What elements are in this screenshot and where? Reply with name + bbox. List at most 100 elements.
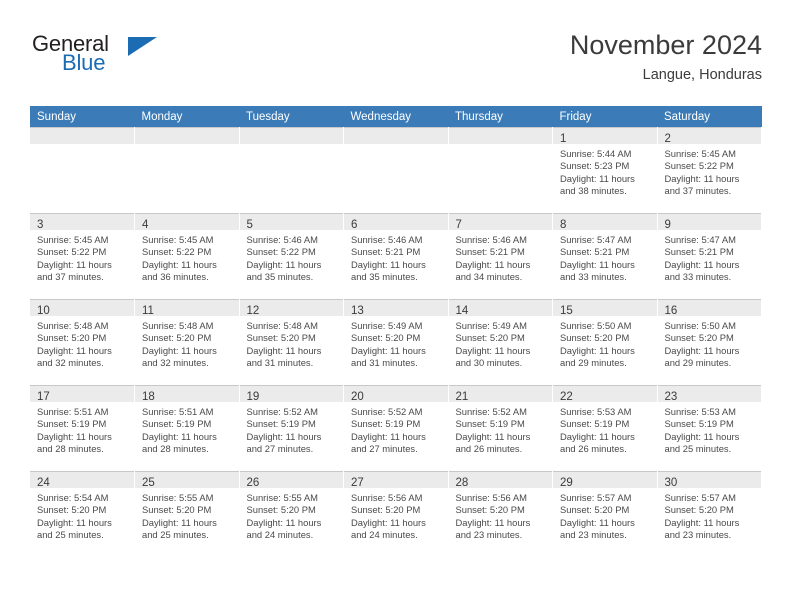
day-detail-lines: Sunrise: 5:56 AM Sunset: 5:20 PM Daylight:… xyxy=(344,488,448,542)
day-detail-line: Sunrise: 5:47 AM xyxy=(560,234,632,245)
day-detail-line: and 23 minutes. xyxy=(455,529,523,541)
day-detail-line: Sunset: 5:22 PM xyxy=(37,246,107,258)
day-number-bar: 4 xyxy=(135,214,239,231)
column-header-wednesday: Wednesday xyxy=(343,106,448,127)
calendar-day-cell[interactable]: 7 Sunrise: 5:46 AM Sunset: 5:21 PM Daylight… xyxy=(448,212,553,299)
day-detail-line: Sunset: 5:22 PM xyxy=(246,246,316,258)
calendar-day-cell[interactable]: 14 Sunrise: 5:49 AM Sunset: 5:20 PM Dayligh… xyxy=(448,298,553,385)
day-number-bar: 6 xyxy=(344,214,448,231)
day-detail-line: Sunset: 5:23 PM xyxy=(560,160,630,172)
column-header-friday: Friday xyxy=(552,106,657,127)
calendar-day-cell[interactable]: 12 Sunrise: 5:48 AM Sunset: 5:20 PM Dayligh… xyxy=(239,298,344,385)
day-number-bar: 18 xyxy=(135,386,239,403)
day-detail-line: and 35 minutes. xyxy=(246,271,314,283)
calendar-day-cell[interactable]: 5 Sunrise: 5:46 AM Sunset: 5:22 PM Daylight… xyxy=(239,212,344,299)
calendar-week-row: 17 Sunrise: 5:51 AM Sunset: 5:19 PM Dayligh… xyxy=(30,384,762,471)
day-number: 10 xyxy=(37,305,50,317)
day-detail-line: Sunset: 5:20 PM xyxy=(37,332,107,344)
column-header-sunday: Sunday xyxy=(30,106,135,127)
day-number-bar: 11 xyxy=(135,300,239,317)
day-number-bar: 26 xyxy=(239,472,343,489)
calendar-day-cell[interactable]: 6 Sunrise: 5:46 AM Sunset: 5:21 PM Daylight… xyxy=(343,212,449,299)
calendar-day-cell[interactable]: 13 Sunrise: 5:49 AM Sunset: 5:20 PM Dayligh… xyxy=(343,298,449,385)
day-detail-lines: Sunrise: 5:49 AM Sunset: 5:20 PM Daylight:… xyxy=(344,316,448,370)
day-number-bar xyxy=(30,128,134,144)
calendar-day-cell[interactable]: 17 Sunrise: 5:51 AM Sunset: 5:19 PM Dayligh… xyxy=(30,384,135,471)
calendar-day-cell[interactable]: 15 Sunrise: 5:50 AM Sunset: 5:20 PM Dayligh… xyxy=(552,298,658,385)
calendar-day-cell[interactable]: 11 Sunrise: 5:48 AM Sunset: 5:20 PM Dayligh… xyxy=(134,298,240,385)
day-detail-line: Sunrise: 5:44 AM xyxy=(560,148,632,159)
day-detail-line: Sunset: 5:20 PM xyxy=(142,332,212,344)
day-detail-line: and 29 minutes. xyxy=(560,357,627,369)
calendar-day-cell[interactable]: 10 Sunrise: 5:48 AM Sunset: 5:20 PM Dayligh… xyxy=(30,298,135,385)
day-number-bar: 22 xyxy=(553,386,657,403)
calendar-day-cell[interactable]: 20 Sunrise: 5:52 AM Sunset: 5:19 PM Dayligh… xyxy=(343,384,449,471)
calendar-day-cell[interactable]: 8 Sunrise: 5:47 AM Sunset: 5:21 PM Daylight… xyxy=(552,212,658,299)
calendar-day-cell[interactable]: 18 Sunrise: 5:51 AM Sunset: 5:19 PM Dayligh… xyxy=(134,384,240,471)
day-number-bar: 24 xyxy=(30,472,134,489)
calendar-day-cell[interactable]: 29 Sunrise: 5:57 AM Sunset: 5:20 PM Dayligh… xyxy=(552,470,658,557)
day-detail-line: Daylight: 11 hours xyxy=(142,258,217,270)
day-number: 28 xyxy=(455,477,469,489)
day-detail-lines: Sunrise: 5:46 AM Sunset: 5:22 PM Daylight:… xyxy=(240,230,344,284)
calendar-table: Sunday Monday Tuesday Wednesday Thursday… xyxy=(30,106,762,557)
day-detail-line: Daylight: 11 hours xyxy=(142,344,217,356)
day-number: 13 xyxy=(351,305,364,317)
day-detail-line: Sunrise: 5:52 AM xyxy=(351,406,423,417)
day-detail-line: Sunrise: 5:48 AM xyxy=(246,320,318,331)
day-number: 11 xyxy=(142,305,154,317)
day-detail-line: Sunrise: 5:49 AM xyxy=(351,320,423,331)
day-detail-line: Sunset: 5:20 PM xyxy=(560,504,630,516)
day-detail-line: Sunset: 5:20 PM xyxy=(560,332,630,344)
calendar-empty-cell xyxy=(30,127,135,213)
day-detail-lines: Sunrise: 5:45 AM Sunset: 5:22 PM Daylight:… xyxy=(30,230,134,284)
calendar-week-row: 24 Sunrise: 5:54 AM Sunset: 5:20 PM Dayligh… xyxy=(30,470,762,557)
day-detail-lines: Sunrise: 5:46 AM Sunset: 5:21 PM Daylight:… xyxy=(344,230,448,284)
day-detail-line: Sunrise: 5:46 AM xyxy=(351,234,423,245)
page-title: November 2024 xyxy=(569,30,762,60)
calendar-day-cell[interactable]: 22 Sunrise: 5:53 AM Sunset: 5:19 PM Dayligh… xyxy=(552,384,658,471)
day-detail-line: Sunrise: 5:57 AM xyxy=(664,492,736,503)
calendar-day-cell[interactable]: 23 Sunrise: 5:53 AM Sunset: 5:19 PM Dayligh… xyxy=(657,384,762,471)
day-detail-line: Sunrise: 5:51 AM xyxy=(37,406,109,417)
calendar-day-cell[interactable]: 1 Sunrise: 5:44 AM Sunset: 5:23 PM Daylight… xyxy=(552,127,658,213)
day-detail-line: Daylight: 11 hours xyxy=(455,344,531,356)
title-block: November 2024 Langue, Honduras xyxy=(570,28,762,86)
calendar-day-cell[interactable]: 26 Sunrise: 5:55 AM Sunset: 5:20 PM Dayligh… xyxy=(239,470,344,557)
day-number: 20 xyxy=(351,391,364,403)
calendar-empty-cell xyxy=(239,127,344,213)
calendar-day-cell[interactable]: 2 Sunrise: 5:45 AM Sunset: 5:22 PM Daylight… xyxy=(657,127,762,213)
calendar-day-cell[interactable]: 30 Sunrise: 5:57 AM Sunset: 5:20 PM Dayligh… xyxy=(657,470,762,557)
day-number-bar: 23 xyxy=(657,386,761,403)
day-number: 8 xyxy=(560,219,567,231)
calendar-day-cell[interactable]: 25 Sunrise: 5:55 AM Sunset: 5:20 PM Dayligh… xyxy=(134,470,240,557)
column-header-thursday: Thursday xyxy=(448,106,553,127)
calendar-day-cell[interactable]: 27 Sunrise: 5:56 AM Sunset: 5:20 PM Dayligh… xyxy=(343,470,449,557)
day-detail-lines: Sunrise: 5:57 AM Sunset: 5:20 PM Daylight:… xyxy=(658,488,762,542)
day-detail-lines: Sunrise: 5:55 AM Sunset: 5:20 PM Daylight:… xyxy=(240,488,344,542)
day-detail-line: Sunrise: 5:47 AM xyxy=(664,234,736,245)
day-detail-line: Daylight: 11 hours xyxy=(351,258,426,270)
calendar-day-cell[interactable]: 28 Sunrise: 5:56 AM Sunset: 5:20 PM Dayligh… xyxy=(448,470,553,557)
day-detail-line: Sunset: 5:20 PM xyxy=(246,332,316,344)
day-detail-line: and 30 minutes. xyxy=(455,357,523,369)
day-detail-lines: Sunrise: 5:48 AM Sunset: 5:20 PM Daylight:… xyxy=(240,316,344,370)
calendar-day-cell[interactable]: 4 Sunrise: 5:45 AM Sunset: 5:22 PM Daylight… xyxy=(134,212,240,299)
general-blue-logo[interactable]: General Blue xyxy=(32,32,157,84)
calendar-day-cell[interactable]: 9 Sunrise: 5:47 AM Sunset: 5:21 PM Daylight… xyxy=(657,212,762,299)
day-detail-lines: Sunrise: 5:47 AM Sunset: 5:21 PM Daylight:… xyxy=(658,230,762,284)
calendar-day-cell[interactable]: 16 Sunrise: 5:50 AM Sunset: 5:20 PM Dayligh… xyxy=(657,298,762,385)
calendar-empty-cell xyxy=(134,127,240,213)
calendar-day-cell[interactable]: 24 Sunrise: 5:54 AM Sunset: 5:20 PM Dayligh… xyxy=(30,470,135,557)
day-number-bar xyxy=(344,128,448,144)
calendar-day-cell[interactable]: 3 Sunrise: 5:45 AM Sunset: 5:22 PM Daylight… xyxy=(30,212,135,299)
day-detail-lines: Sunrise: 5:55 AM Sunset: 5:20 PM Daylight:… xyxy=(135,488,239,542)
day-detail-lines: Sunrise: 5:48 AM Sunset: 5:20 PM Daylight:… xyxy=(30,316,134,370)
calendar-body: 1 Sunrise: 5:44 AM Sunset: 5:23 PM Daylight… xyxy=(30,127,762,557)
day-detail-line: Sunrise: 5:49 AM xyxy=(455,320,527,331)
calendar-day-cell[interactable]: 21 Sunrise: 5:52 AM Sunset: 5:19 PM Dayligh… xyxy=(448,384,553,471)
page-subtitle: Langue, Honduras xyxy=(642,67,762,83)
day-detail-line: and 31 minutes. xyxy=(351,357,418,369)
day-number: 17 xyxy=(37,391,50,403)
calendar-day-cell[interactable]: 19 Sunrise: 5:52 AM Sunset: 5:19 PM Dayligh… xyxy=(239,384,344,471)
